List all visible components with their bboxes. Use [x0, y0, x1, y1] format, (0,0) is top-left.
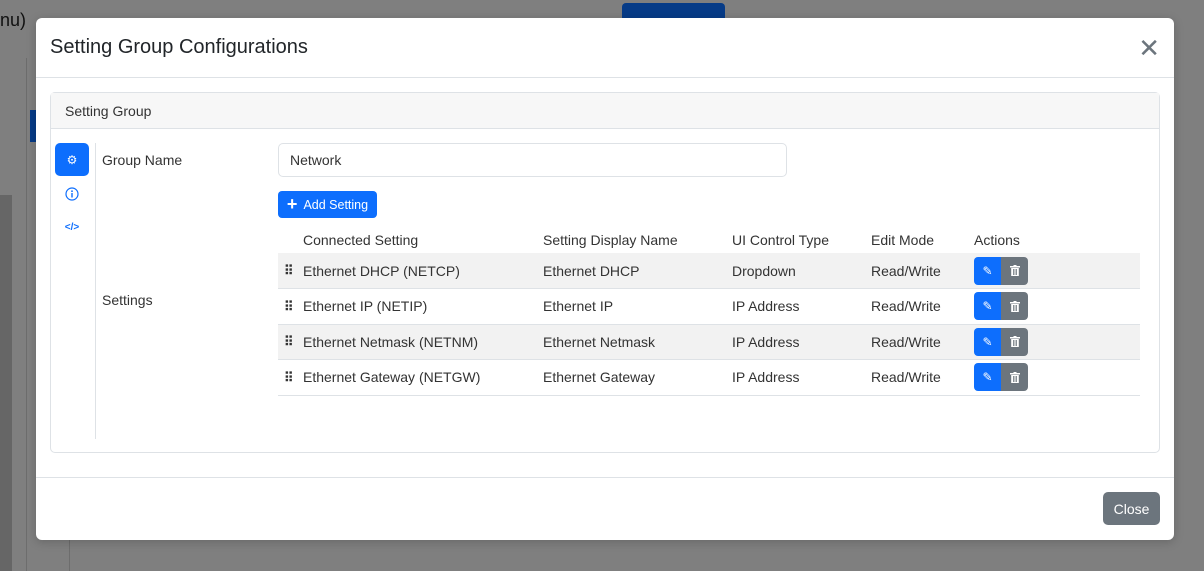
table-row: ⠿ Ethernet Netmask (NETNM) Ethernet Netm…: [278, 324, 1140, 360]
actions: ✎: [974, 324, 1140, 360]
trash-icon[interactable]: [1001, 327, 1028, 356]
modal-header: Setting Group Configurations ✕: [36, 18, 1174, 78]
trash-icon[interactable]: [1001, 363, 1028, 392]
drag-handle-icon[interactable]: ⠿: [278, 359, 303, 396]
header-control-type: UI Control Type: [732, 232, 830, 248]
control-type: IP Address: [732, 324, 871, 360]
connected-setting: Ethernet IP (NETIP): [303, 288, 543, 325]
header-connected-setting: Connected Setting: [303, 232, 419, 248]
table-row: ⠿ Ethernet DHCP (NETCP) Ethernet DHCP Dr…: [278, 253, 1140, 289]
edit-icon[interactable]: ✎: [974, 327, 1001, 356]
drag-handle-icon[interactable]: ⠿: [278, 288, 303, 325]
drag-col: [278, 227, 303, 253]
edit-mode: Read/Write: [871, 359, 974, 396]
header-edit-mode: Edit Mode: [871, 232, 935, 248]
plus-icon: +: [286, 194, 298, 214]
actions: ✎: [974, 253, 1140, 289]
group-name-input[interactable]: Network: [278, 143, 787, 177]
edit-icon[interactable]: ✎: [974, 363, 1001, 392]
control-type: IP Address: [732, 288, 871, 325]
close-icon[interactable]: ✕: [1138, 35, 1160, 61]
header-actions: Actions: [974, 232, 1020, 248]
group-name-label: Group Name: [102, 152, 183, 168]
table-row: ⠿ Ethernet IP (NETIP) Ethernet IP IP Add…: [278, 288, 1140, 325]
display-name: Ethernet IP: [543, 288, 732, 325]
card-header: Setting Group: [51, 93, 1159, 129]
trash-icon[interactable]: [1001, 292, 1028, 321]
actions: ✎: [974, 359, 1140, 396]
trash-icon[interactable]: [1001, 256, 1028, 285]
side-nav: ⚙ </>: [55, 143, 96, 439]
gear-icon[interactable]: ⚙: [55, 143, 89, 176]
code-icon[interactable]: </>: [55, 211, 89, 244]
edit-icon[interactable]: ✎: [974, 256, 1001, 285]
close-button[interactable]: Close: [1103, 492, 1160, 525]
control-type: IP Address: [732, 359, 871, 396]
display-name: Ethernet Netmask: [543, 324, 732, 360]
settings-label: Settings: [102, 292, 153, 308]
modal-title: Setting Group Configurations: [50, 36, 308, 58]
connected-setting: Ethernet Netmask (NETNM): [303, 324, 543, 360]
background-sidebar: [0, 195, 12, 571]
modal-footer: [36, 477, 1174, 478]
connected-setting: Ethernet DHCP (NETCP): [303, 253, 543, 289]
actions: ✎: [974, 288, 1140, 325]
add-setting-button[interactable]: + Add Setting: [278, 191, 377, 218]
header-display-name: Setting Display Name: [543, 232, 678, 248]
add-setting-label: Add Setting: [303, 197, 369, 212]
edit-icon[interactable]: ✎: [974, 292, 1001, 321]
settings-table: Connected Setting Setting Display Name U…: [278, 227, 1140, 396]
edit-mode: Read/Write: [871, 253, 974, 289]
background-text: nu): [0, 10, 27, 30]
drag-handle-icon[interactable]: ⠿: [278, 324, 303, 360]
connected-setting: Ethernet Gateway (NETGW): [303, 359, 543, 396]
setting-group-card: Setting Group ⚙ </> Group Name Network +…: [50, 92, 1160, 453]
display-name: Ethernet Gateway: [543, 359, 732, 396]
display-name: Ethernet DHCP: [543, 253, 732, 289]
setting-group-modal: Setting Group Configurations ✕ Setting G…: [36, 18, 1174, 540]
table-row: ⠿ Ethernet Gateway (NETGW) Ethernet Gate…: [278, 359, 1140, 396]
control-type: Dropdown: [732, 253, 871, 289]
info-icon[interactable]: [55, 177, 89, 210]
edit-mode: Read/Write: [871, 324, 974, 360]
drag-handle-icon[interactable]: ⠿: [278, 253, 303, 289]
edit-mode: Read/Write: [871, 288, 974, 325]
